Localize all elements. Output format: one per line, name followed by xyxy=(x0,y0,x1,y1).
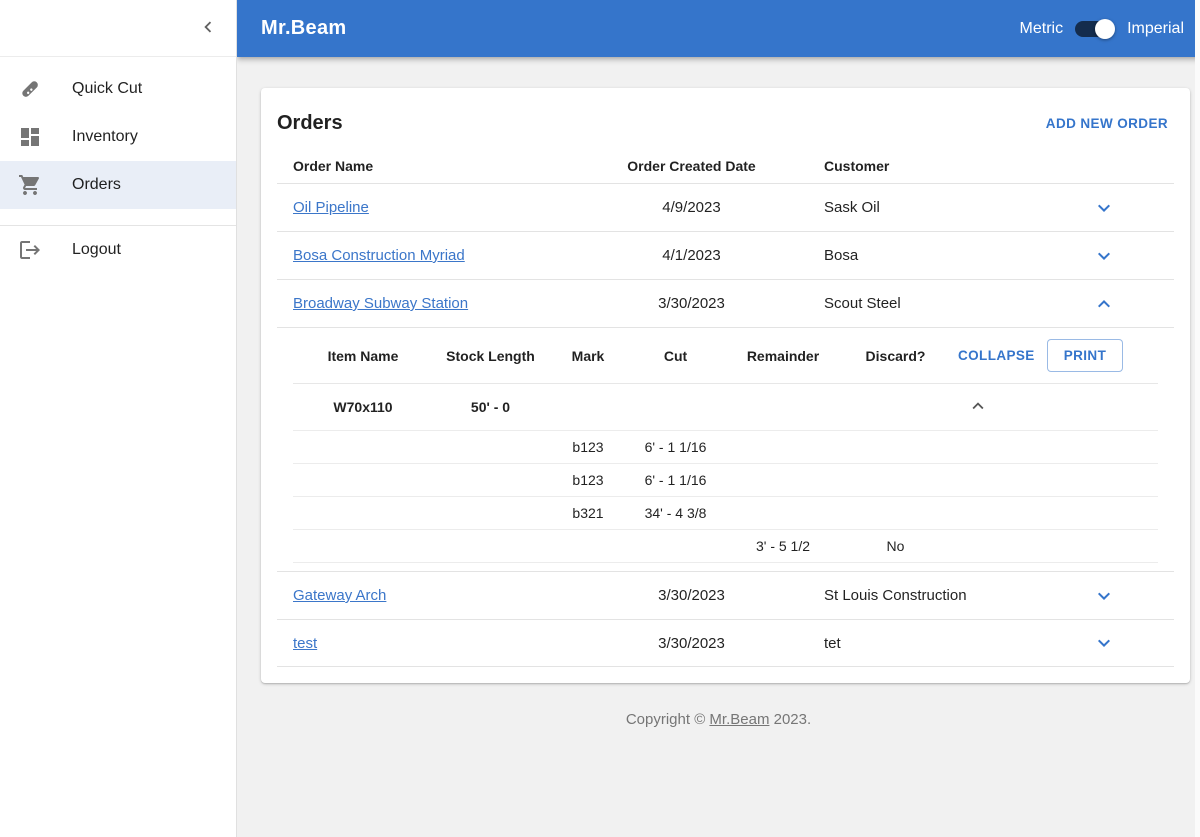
order-row: Gateway Arch 3/30/2023 St Louis Construc… xyxy=(277,571,1174,619)
copyright-suffix: 2023. xyxy=(769,711,812,728)
expand-order-button[interactable] xyxy=(1092,196,1116,220)
column-discard: Discard? xyxy=(865,347,926,364)
order-row: test 3/30/2023 tet xyxy=(277,619,1174,667)
copyright-footer: Copyright © Mr.Beam 2023. xyxy=(237,711,1200,728)
column-remainder: Remainder xyxy=(746,347,820,364)
order-link[interactable]: Oil Pipeline xyxy=(293,199,369,216)
order-created-date: 3/30/2023 xyxy=(658,295,725,312)
cut-row: b123 6' - 1 1/16 xyxy=(293,431,1158,464)
imperial-label: Imperial xyxy=(1127,19,1184,37)
cut-mark: b321 xyxy=(572,505,604,521)
order-link[interactable]: Bosa Construction Myriad xyxy=(293,247,465,264)
cut-row: b321 34' - 4 3/8 xyxy=(293,497,1158,530)
column-customer: Customer xyxy=(824,158,890,174)
cut-row: b123 6' - 1 1/16 xyxy=(293,464,1158,497)
order-customer: Sask Oil xyxy=(824,199,880,216)
cut-length: 34' - 4 3/8 xyxy=(644,505,707,521)
chevron-down-icon xyxy=(1092,204,1116,224)
order-customer: tet xyxy=(824,634,841,652)
stock-length-value: 50' - 0 xyxy=(470,399,511,415)
scrollbar[interactable] xyxy=(1195,0,1200,837)
order-created-date: 4/1/2023 xyxy=(662,247,721,264)
stock-item-name: W70x110 xyxy=(333,399,393,415)
discard-value: No xyxy=(886,538,905,554)
cut-mark: b123 xyxy=(572,472,604,488)
order-link[interactable]: Gateway Arch xyxy=(293,587,386,604)
chevron-down-icon xyxy=(1092,592,1116,612)
order-created-date: 3/30/2023 xyxy=(658,634,725,652)
app-bar: Mr.Beam Metric Imperial xyxy=(237,0,1200,57)
sidebar-item-label: Inventory xyxy=(72,128,138,145)
sidebar-item-quick-cut[interactable]: Quick Cut xyxy=(0,65,236,113)
logout-icon xyxy=(18,238,42,262)
app-title: Mr.Beam xyxy=(261,17,347,39)
remainder-value: 3' - 5 1/2 xyxy=(755,538,811,554)
unit-toggle: Metric Imperial xyxy=(1020,18,1184,40)
sidebar-item-orders[interactable]: Orders xyxy=(0,161,236,209)
sidebar-item-label: Quick Cut xyxy=(72,80,143,97)
collapse-sidebar-button[interactable] xyxy=(194,14,222,42)
sidebar-nav: Quick Cut Inventory Orders Logout xyxy=(0,57,236,274)
expand-order-button[interactable] xyxy=(1092,631,1116,655)
collapse-button[interactable]: COLLAPSE xyxy=(952,344,1041,367)
shopping-cart-icon xyxy=(18,173,42,197)
stock-item-row: W70x110 50' - 0 xyxy=(293,384,1158,431)
sidebar-item-logout[interactable]: Logout xyxy=(0,226,236,274)
sidebar-item-label: Logout xyxy=(72,241,121,258)
dashboard-icon xyxy=(18,125,42,149)
order-row: Bosa Construction Myriad 4/1/2023 Bosa xyxy=(277,231,1174,279)
order-customer: St Louis Construction xyxy=(824,587,967,604)
column-mark: Mark xyxy=(571,347,605,364)
order-created-date: 3/30/2023 xyxy=(658,587,725,604)
cut-mark: b123 xyxy=(572,439,604,455)
collapse-stock-button[interactable] xyxy=(966,395,990,419)
order-link[interactable]: test xyxy=(293,635,317,652)
sidebar-item-inventory[interactable]: Inventory xyxy=(0,113,236,161)
order-detail-panel: Item Name Stock Length Mark Cut Remainde… xyxy=(277,327,1174,571)
metric-label: Metric xyxy=(1019,19,1064,37)
orders-card-header: Orders ADD NEW ORDER xyxy=(277,104,1174,149)
detail-table-header: Item Name Stock Length Mark Cut Remainde… xyxy=(293,328,1158,384)
column-cut: Cut xyxy=(663,347,688,364)
orders-table-header: Order Name Order Created Date Customer xyxy=(277,149,1174,183)
order-row: Oil Pipeline 4/9/2023 Sask Oil xyxy=(277,183,1174,231)
cut-length: 6' - 1 1/16 xyxy=(644,472,707,488)
switch-thumb xyxy=(1095,18,1116,39)
order-created-date: 4/9/2023 xyxy=(662,199,721,216)
unit-switch[interactable] xyxy=(1075,18,1116,40)
order-row-expanded: Broadway Subway Station 3/30/2023 Scout … xyxy=(277,279,1174,327)
print-button[interactable]: PRINT xyxy=(1046,339,1124,372)
column-stock-length: Stock Length xyxy=(446,347,535,364)
order-link[interactable]: Broadway Subway Station xyxy=(293,295,468,312)
chevron-down-icon xyxy=(1092,252,1116,272)
page-title: Orders xyxy=(277,112,343,134)
brand-link[interactable]: Mr.Beam xyxy=(709,711,769,728)
order-customer: Scout Steel xyxy=(824,295,901,312)
sidebar: Quick Cut Inventory Orders Logout xyxy=(0,0,237,837)
column-order-created-date: Order Created Date xyxy=(627,158,756,174)
main-area: Mr.Beam Metric Imperial Orders ADD NEW O… xyxy=(237,0,1200,837)
order-customer: Bosa xyxy=(824,247,859,264)
collapse-order-button[interactable] xyxy=(1092,292,1116,316)
sidebar-item-label: Orders xyxy=(72,176,121,193)
add-new-order-button[interactable]: ADD NEW ORDER xyxy=(1040,112,1174,135)
chevron-up-icon xyxy=(967,402,989,420)
remainder-row: 3' - 5 1/2 No xyxy=(293,530,1158,563)
orders-card: Orders ADD NEW ORDER Order Name Order Cr… xyxy=(261,88,1190,683)
column-item-name: Item Name xyxy=(327,347,399,364)
column-order-name: Order Name xyxy=(293,158,374,174)
cut-length: 6' - 1 1/16 xyxy=(644,439,707,455)
copyright-prefix: Copyright © xyxy=(625,711,710,728)
chevron-down-icon xyxy=(1092,639,1116,659)
chevron-left-icon xyxy=(197,16,219,41)
page-content: Orders ADD NEW ORDER Order Name Order Cr… xyxy=(237,57,1200,837)
expand-order-button[interactable] xyxy=(1092,584,1116,608)
sidebar-header xyxy=(0,0,236,57)
saw-icon xyxy=(18,77,42,101)
expand-order-button[interactable] xyxy=(1092,244,1116,268)
chevron-up-icon xyxy=(1092,299,1116,320)
